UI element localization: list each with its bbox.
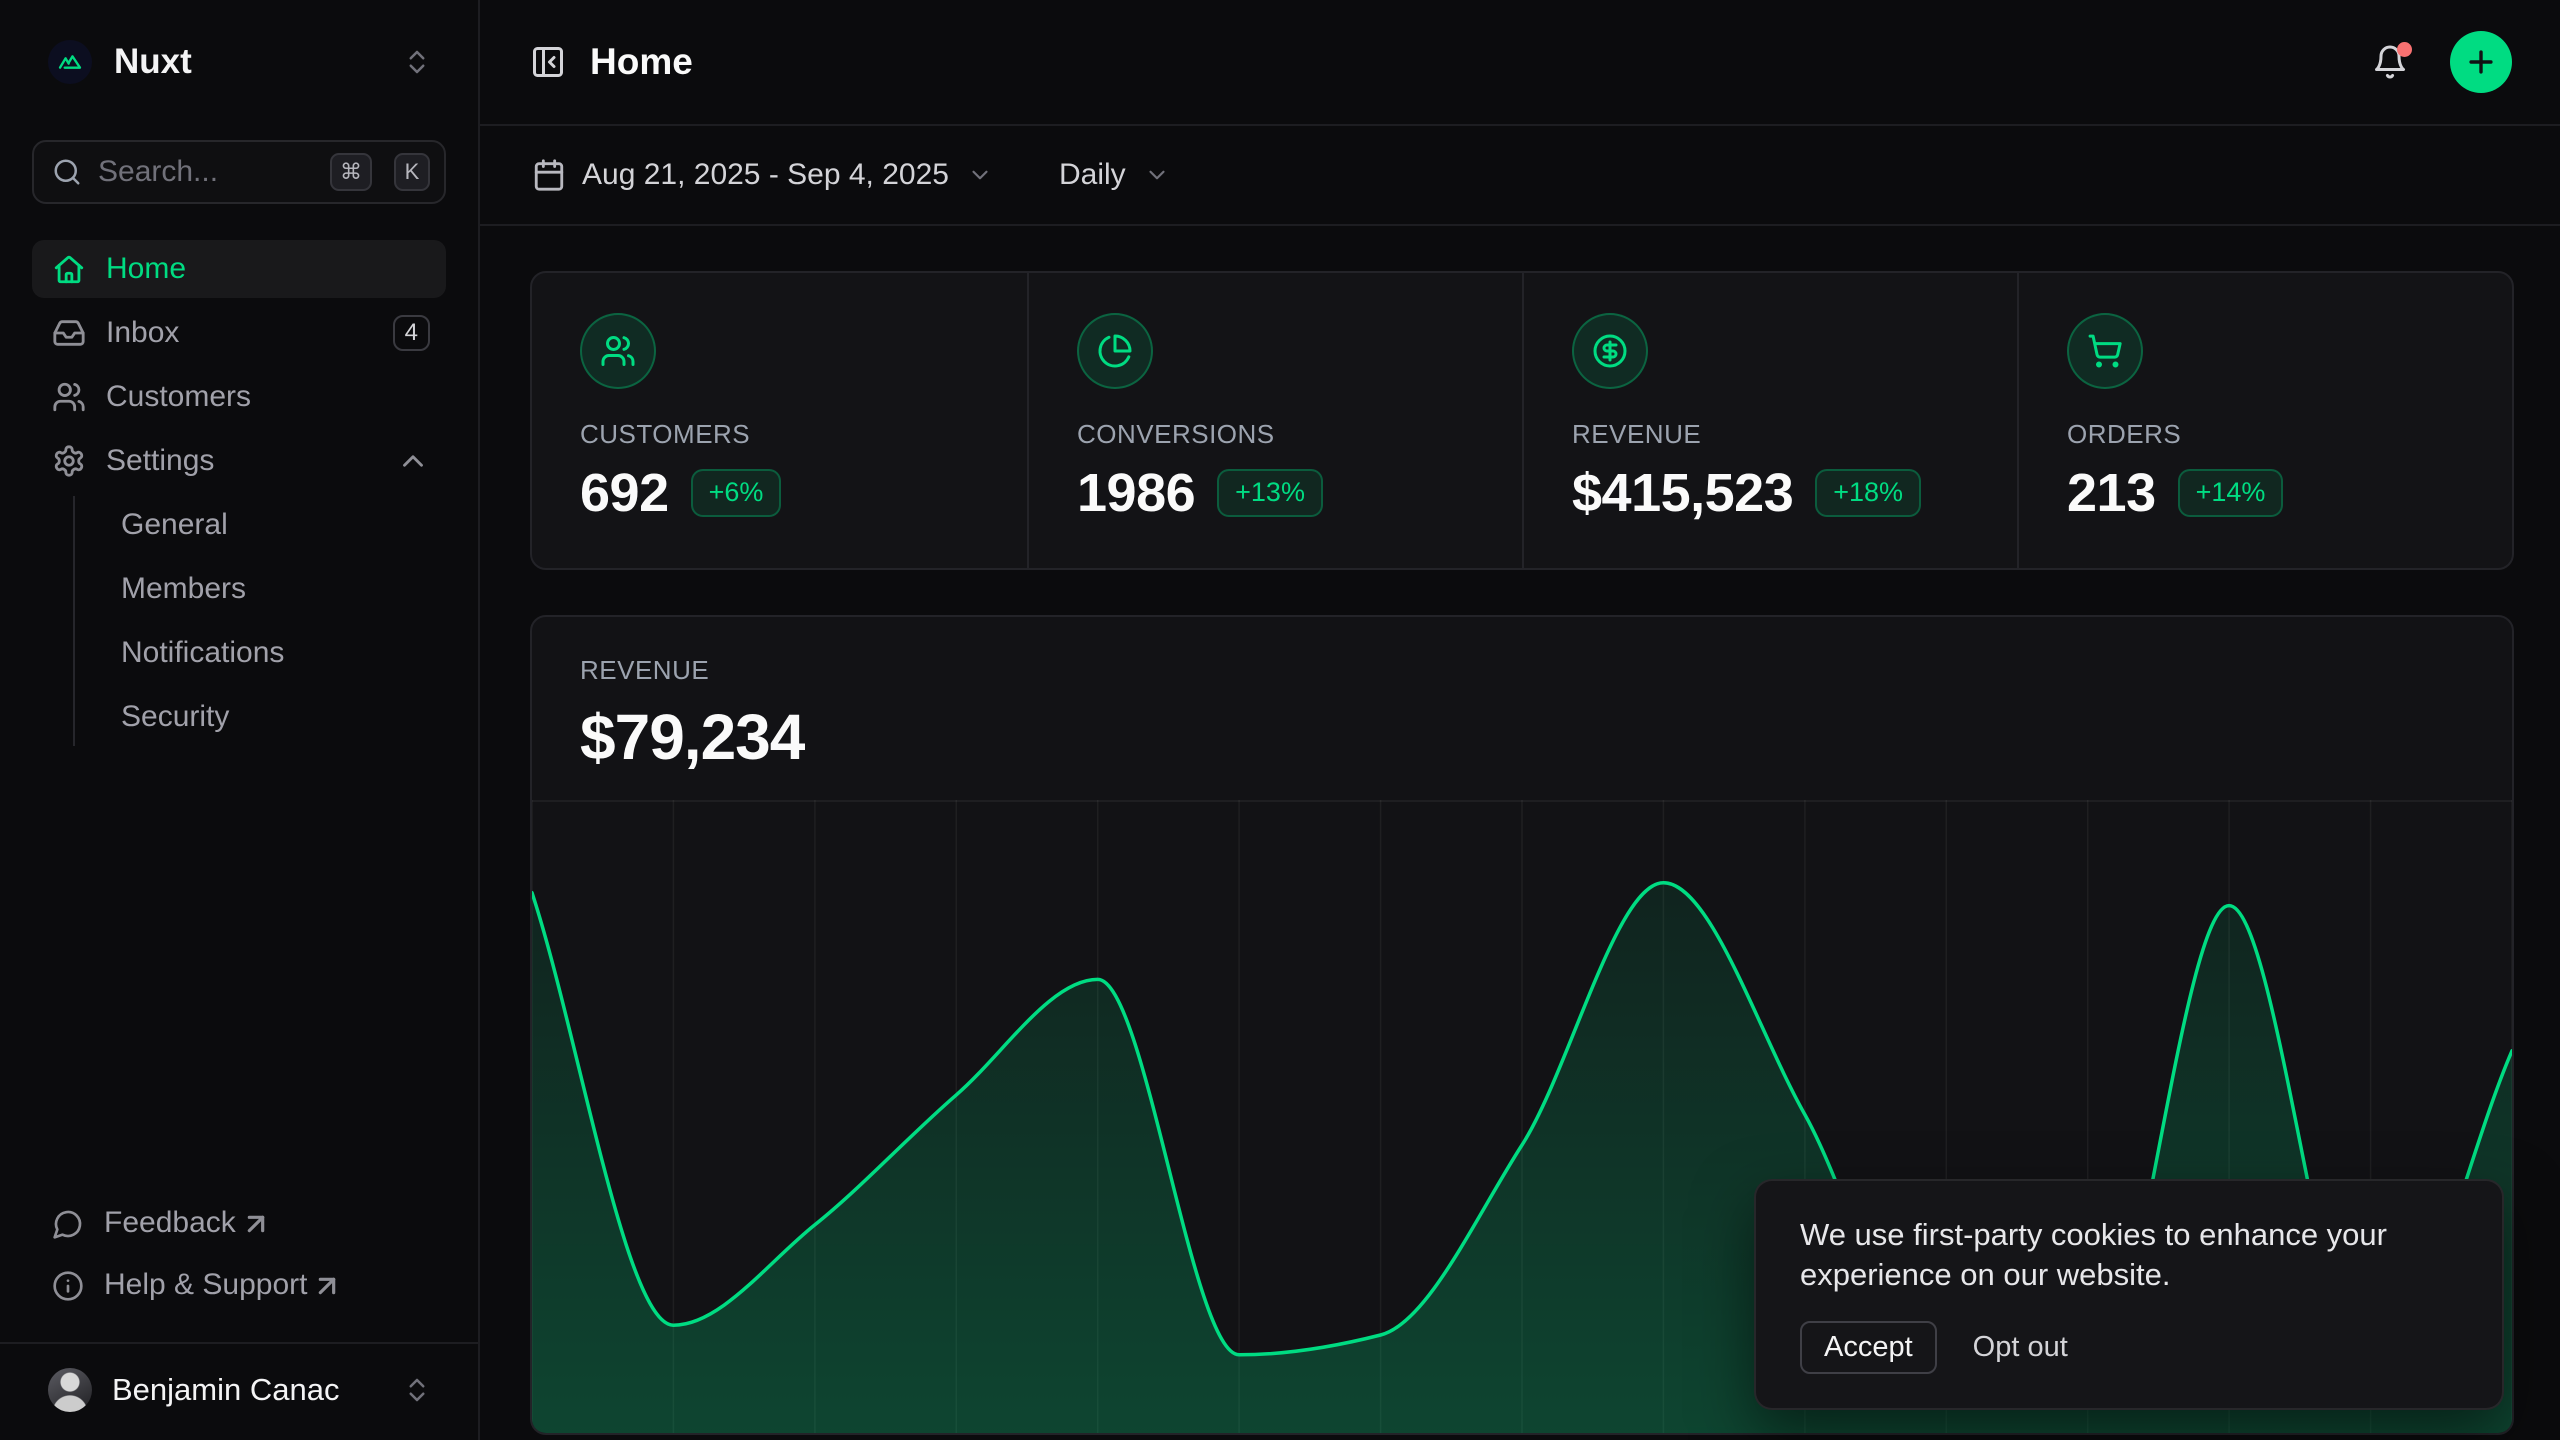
settings-icon <box>52 444 86 478</box>
cookie-message: We use first-party cookies to enhance yo… <box>1800 1215 2458 1295</box>
stat-card-conversions[interactable]: CONVERSIONS1986+13% <box>1027 273 1522 568</box>
granularity-select[interactable]: Daily <box>1043 146 1186 204</box>
stat-card-revenue[interactable]: REVENUE$415,523+18% <box>1522 273 2017 568</box>
accept-cookies-button[interactable]: Accept <box>1800 1321 1937 1374</box>
inbox-icon <box>52 316 86 350</box>
notifications-button[interactable] <box>2358 30 2422 94</box>
stat-icon-badge <box>580 313 656 389</box>
footer-link-help-support[interactable]: Help & Support <box>32 1258 446 1316</box>
sidebar-nav: Home Inbox4 Customers Settings General Member… <box>32 240 446 746</box>
chevron-up-icon <box>396 444 430 478</box>
collapse-sidebar-button[interactable] <box>516 30 580 94</box>
stat-delta-badge: +13% <box>1217 469 1323 516</box>
date-range-label: Aug 21, 2025 - Sep 4, 2025 <box>582 158 949 192</box>
page-title: Home <box>590 41 2358 83</box>
panel-left-close-icon <box>530 44 566 80</box>
chevron-down-icon <box>967 162 993 188</box>
footer-link-feedback[interactable]: Feedback <box>32 1196 446 1254</box>
stat-icon-badge <box>2067 313 2143 389</box>
workspace-switcher[interactable]: Nuxt <box>32 20 446 104</box>
sidebar-subitem-security[interactable]: Security <box>105 688 446 746</box>
chevron-down-icon <box>1144 162 1170 188</box>
sidebar-item-settings[interactable]: Settings <box>32 432 446 490</box>
calendar-icon <box>532 158 566 192</box>
users-icon <box>600 333 636 369</box>
sidebar-footer-links: FeedbackHelp & Support <box>0 1196 478 1342</box>
plus-icon <box>2464 45 2498 79</box>
topbar: Home <box>480 0 2560 126</box>
user-section: Benjamin Canac <box>0 1342 478 1440</box>
arrow-up-right-icon <box>240 1208 272 1240</box>
stat-delta-badge: +14% <box>2178 469 2284 516</box>
workspace-name: Nuxt <box>114 42 380 82</box>
search-placeholder: Search... <box>98 155 308 189</box>
chevrons-up-down-icon <box>402 1375 432 1405</box>
user-name: Benjamin Canac <box>112 1372 382 1408</box>
notification-dot <box>2397 42 2412 57</box>
sidebar-subitem-notifications[interactable]: Notifications <box>105 624 446 682</box>
shopping-cart-icon <box>2087 333 2123 369</box>
sidebar-subitem-general[interactable]: General <box>105 496 446 554</box>
settings-subnav: General Members Notifications Security <box>73 496 446 746</box>
search-input[interactable]: Search... ⌘ K <box>32 140 446 204</box>
user-avatar <box>48 1368 92 1412</box>
revenue-panel-value: $79,234 <box>580 700 2464 774</box>
house-icon <box>52 252 86 286</box>
sidebar-item-customers[interactable]: Customers <box>32 368 446 426</box>
optout-cookies-button[interactable]: Opt out <box>1973 1323 2068 1372</box>
search-icon <box>52 157 82 187</box>
inbox-count-badge: 4 <box>393 315 430 352</box>
stat-delta-badge: +6% <box>691 469 782 516</box>
users-icon <box>52 380 86 414</box>
nuxt-logo-icon <box>48 40 92 84</box>
chevrons-up-down-icon <box>402 47 432 77</box>
sidebar-item-inbox[interactable]: Inbox4 <box>32 304 446 362</box>
add-button[interactable] <box>2450 31 2512 93</box>
user-menu[interactable]: Benjamin Canac <box>32 1360 446 1420</box>
stat-delta-badge: +18% <box>1815 469 1921 516</box>
arrow-up-right-icon <box>311 1270 343 1302</box>
info-icon <box>52 1270 84 1302</box>
stat-icon-badge <box>1077 313 1153 389</box>
stat-card-customers[interactable]: CUSTOMERS692+6% <box>532 273 1027 568</box>
cookie-consent-toast: We use first-party cookies to enhance yo… <box>1754 1179 2504 1410</box>
revenue-panel-label: REVENUE <box>580 655 2464 686</box>
granularity-label: Daily <box>1059 158 1126 192</box>
message-circle-icon <box>52 1208 84 1240</box>
kbd-k: K <box>394 153 430 191</box>
stats-grid: CUSTOMERS692+6%CONVERSIONS1986+13%REVENU… <box>530 271 2514 570</box>
sidebar-item-home[interactable]: Home <box>32 240 446 298</box>
kbd-cmd: ⌘ <box>330 153 372 191</box>
sidebar: Nuxt Search... ⌘ K Home Inbox4 Customers Se… <box>0 0 480 1440</box>
date-range-picker[interactable]: Aug 21, 2025 - Sep 4, 2025 <box>516 146 1009 204</box>
pie-chart-icon <box>1097 333 1133 369</box>
circle-dollar-icon <box>1592 333 1628 369</box>
toolbar: Aug 21, 2025 - Sep 4, 2025 Daily <box>480 126 2560 226</box>
stat-card-orders[interactable]: ORDERS213+14% <box>2017 273 2512 568</box>
stat-icon-badge <box>1572 313 1648 389</box>
sidebar-subitem-members[interactable]: Members <box>105 560 446 618</box>
